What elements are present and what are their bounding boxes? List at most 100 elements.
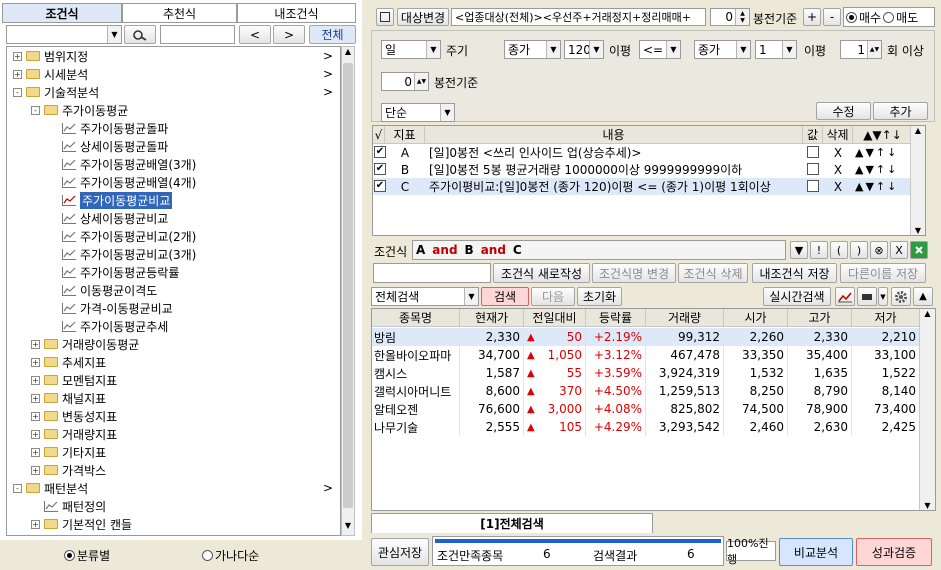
expand-icon[interactable]: +	[31, 519, 40, 529]
results-header-high[interactable]: 고가	[788, 309, 852, 327]
count-stepper[interactable]: 1 ▲▼	[840, 40, 882, 59]
chevron-right-icon[interactable]: >	[323, 49, 333, 63]
expand-icon[interactable]: +	[31, 465, 40, 475]
scroll-thumb[interactable]	[343, 63, 353, 508]
columns-dropdown[interactable]: ▼	[878, 287, 888, 306]
tree-node[interactable]: 주가이동평균배열(4개)	[49, 173, 337, 191]
indicator-delete[interactable]: X	[823, 178, 853, 195]
field1-select[interactable]: 종가 ▼	[504, 40, 561, 59]
mode-select[interactable]: 단순 ▼	[381, 103, 455, 122]
minus-button[interactable]: -	[823, 8, 841, 26]
tree-node[interactable]: 주가이동평균비교(2개)	[49, 227, 337, 245]
indicator-row[interactable]: ✔ B [일]0봉전 5봉 평균거래량 1000000이상 9999999999이하…	[373, 161, 913, 178]
table-row[interactable]: 알테오젠 76,600 ▲ 3,000 +4.08% 825,802 74,500 78,90…	[372, 400, 920, 418]
tree-node[interactable]: 가격-이동평균비교	[49, 299, 337, 317]
results-header-change[interactable]: 전일대비	[524, 309, 586, 327]
table-row[interactable]: 방림 2,330 ▲ 50 +2.19% 99,312 2,260 2,330 2,210	[372, 328, 920, 346]
formula-open-paren-button[interactable]: (	[830, 241, 848, 259]
expand-icon[interactable]: +	[31, 357, 40, 367]
chart-button[interactable]	[835, 287, 855, 306]
offset-stepper[interactable]: 0 ▲ ▼	[710, 8, 750, 26]
bar-offset-stepper[interactable]: 0 ▲▼	[381, 72, 429, 91]
indicator-order-arrows[interactable]: ▲▼↑↓	[855, 144, 913, 161]
collapse-icon[interactable]: -	[13, 87, 22, 97]
realtime-search-button[interactable]: 실시간검색	[763, 287, 831, 306]
formula-not-button[interactable]: !	[810, 241, 828, 259]
formula-input[interactable]: Aand Band C	[412, 240, 786, 260]
tree-node[interactable]: + 거래량지표	[31, 425, 337, 443]
table-row[interactable]: 갤럭시아머니트 8,600 ▲ 370 +4.50% 1,259,513 8,250 8,79…	[372, 382, 920, 400]
results-header-name[interactable]: 종목명	[372, 309, 460, 327]
formula-clear-button[interactable]: ⊗	[870, 241, 888, 259]
results-header-price[interactable]: 현재가	[460, 309, 524, 327]
chevron-right-icon[interactable]: >	[323, 67, 333, 81]
indicator-order-arrows[interactable]: ▲▼↑↓	[855, 161, 913, 178]
collapse-icon[interactable]: -	[13, 483, 22, 493]
reset-button[interactable]: 초기화	[577, 287, 622, 306]
tree-node[interactable]: 주가이동평균추세	[49, 317, 337, 335]
indicator-delete[interactable]: X	[823, 144, 853, 161]
tree-node[interactable]: + 추세지표	[31, 353, 337, 371]
results-header-open[interactable]: 시가	[724, 309, 788, 327]
add-button[interactable]: 추가	[873, 102, 928, 120]
tree-node[interactable]: + 채널지표	[31, 389, 337, 407]
indicator-delete[interactable]: X	[823, 161, 853, 178]
columns-button[interactable]	[857, 287, 877, 306]
chevron-right-icon[interactable]: >	[323, 85, 333, 99]
chevron-right-icon[interactable]: >	[323, 481, 333, 495]
tree-node[interactable]: + 변동성지표	[31, 407, 337, 425]
tree-node[interactable]: + 모멘텀지표	[31, 371, 337, 389]
stepper-icon[interactable]: ▲▼	[414, 73, 428, 90]
modify-button[interactable]: 수정	[816, 102, 871, 120]
search-button[interactable]: 검색	[481, 287, 529, 306]
tree-node[interactable]: 주가이동평균돌파	[49, 119, 337, 137]
operator-select[interactable]: <= ▼	[639, 40, 681, 59]
formula-close-paren-button[interactable]: )	[850, 241, 868, 259]
scroll-up-icon[interactable]: ▲	[911, 126, 925, 135]
results-scrollbar[interactable]: ▲ ▼	[919, 309, 935, 510]
next-page-button[interactable]: 다음	[531, 287, 575, 306]
tree-node[interactable]: + 시세분석 >	[13, 65, 337, 83]
watchlist-save-button[interactable]: 관심저장	[371, 538, 429, 566]
window-toggle-button[interactable]	[376, 8, 394, 26]
scroll-up-icon[interactable]: ▲	[342, 47, 354, 61]
performance-verify-button[interactable]: 성과검증	[856, 538, 932, 566]
tree-node[interactable]: 패턴정의	[31, 497, 337, 515]
indicator-row[interactable]: ✔ A [일]0봉전 <쓰리 인사이드 업(상승추세)> X ▲▼↑↓	[373, 144, 913, 161]
results-header-rate[interactable]: 등락률	[586, 309, 646, 327]
results-header-low[interactable]: 저가	[852, 309, 920, 327]
all-button[interactable]: 전체	[309, 25, 356, 44]
collapse-button[interactable]: ▲	[913, 287, 933, 306]
scroll-down-icon[interactable]: ▼	[911, 226, 925, 235]
tree-node[interactable]: 주가이동평균등락률	[49, 263, 337, 281]
tree-node[interactable]: - 기술적분석 >	[13, 83, 337, 101]
tab-all-search[interactable]: [1]전체검색	[371, 513, 653, 533]
tree-node[interactable]: 주가이동평균비교(3개)	[49, 245, 337, 263]
tree-node[interactable]: + 기타지표	[31, 443, 337, 461]
tree-node[interactable]: + 거래량이동평균	[31, 335, 337, 353]
expand-icon[interactable]: +	[31, 411, 40, 421]
tree-scrollbar[interactable]: ▲ ▼	[341, 46, 355, 536]
tree-node[interactable]: + 기본적인 캔들	[31, 515, 337, 533]
search-mode-select[interactable]: 전체검색 ▼	[371, 287, 479, 306]
radio-sell[interactable]	[883, 11, 895, 23]
indicator-scrollbar[interactable]: ▲ ▼	[910, 126, 925, 235]
expand-icon[interactable]: +	[31, 447, 40, 457]
excel-export-button[interactable]	[910, 241, 928, 259]
tab-my-conditions[interactable]: 내조건식	[237, 3, 356, 23]
scroll-down-icon[interactable]: ▼	[920, 501, 935, 510]
stepper-icon[interactable]: ▲▼	[735, 9, 749, 25]
search-button[interactable]	[124, 25, 156, 44]
scroll-up-icon[interactable]: ▲	[920, 309, 935, 318]
table-row[interactable]: 한올바이오파마 34,700 ▲ 1,050 +3.12% 467,478 33,350 35…	[372, 346, 920, 364]
tree-node[interactable]: 이동평균이격도	[49, 281, 337, 299]
next-button[interactable]: >	[273, 25, 305, 44]
collapse-icon[interactable]: -	[31, 105, 40, 115]
tree-node[interactable]: 주가이동평균배열(3개)	[49, 155, 337, 173]
tree-node[interactable]: - 주가이동평균	[31, 101, 337, 119]
save-condition-button[interactable]: 내조건식 저장	[752, 263, 837, 283]
tree-node[interactable]: 주가이동평균비교	[49, 191, 337, 209]
formula-delete-button[interactable]: X	[890, 241, 908, 259]
delete-condition-button[interactable]: 조건식 삭제	[678, 263, 748, 283]
radio-sort-category[interactable]: 분류별	[64, 547, 110, 564]
